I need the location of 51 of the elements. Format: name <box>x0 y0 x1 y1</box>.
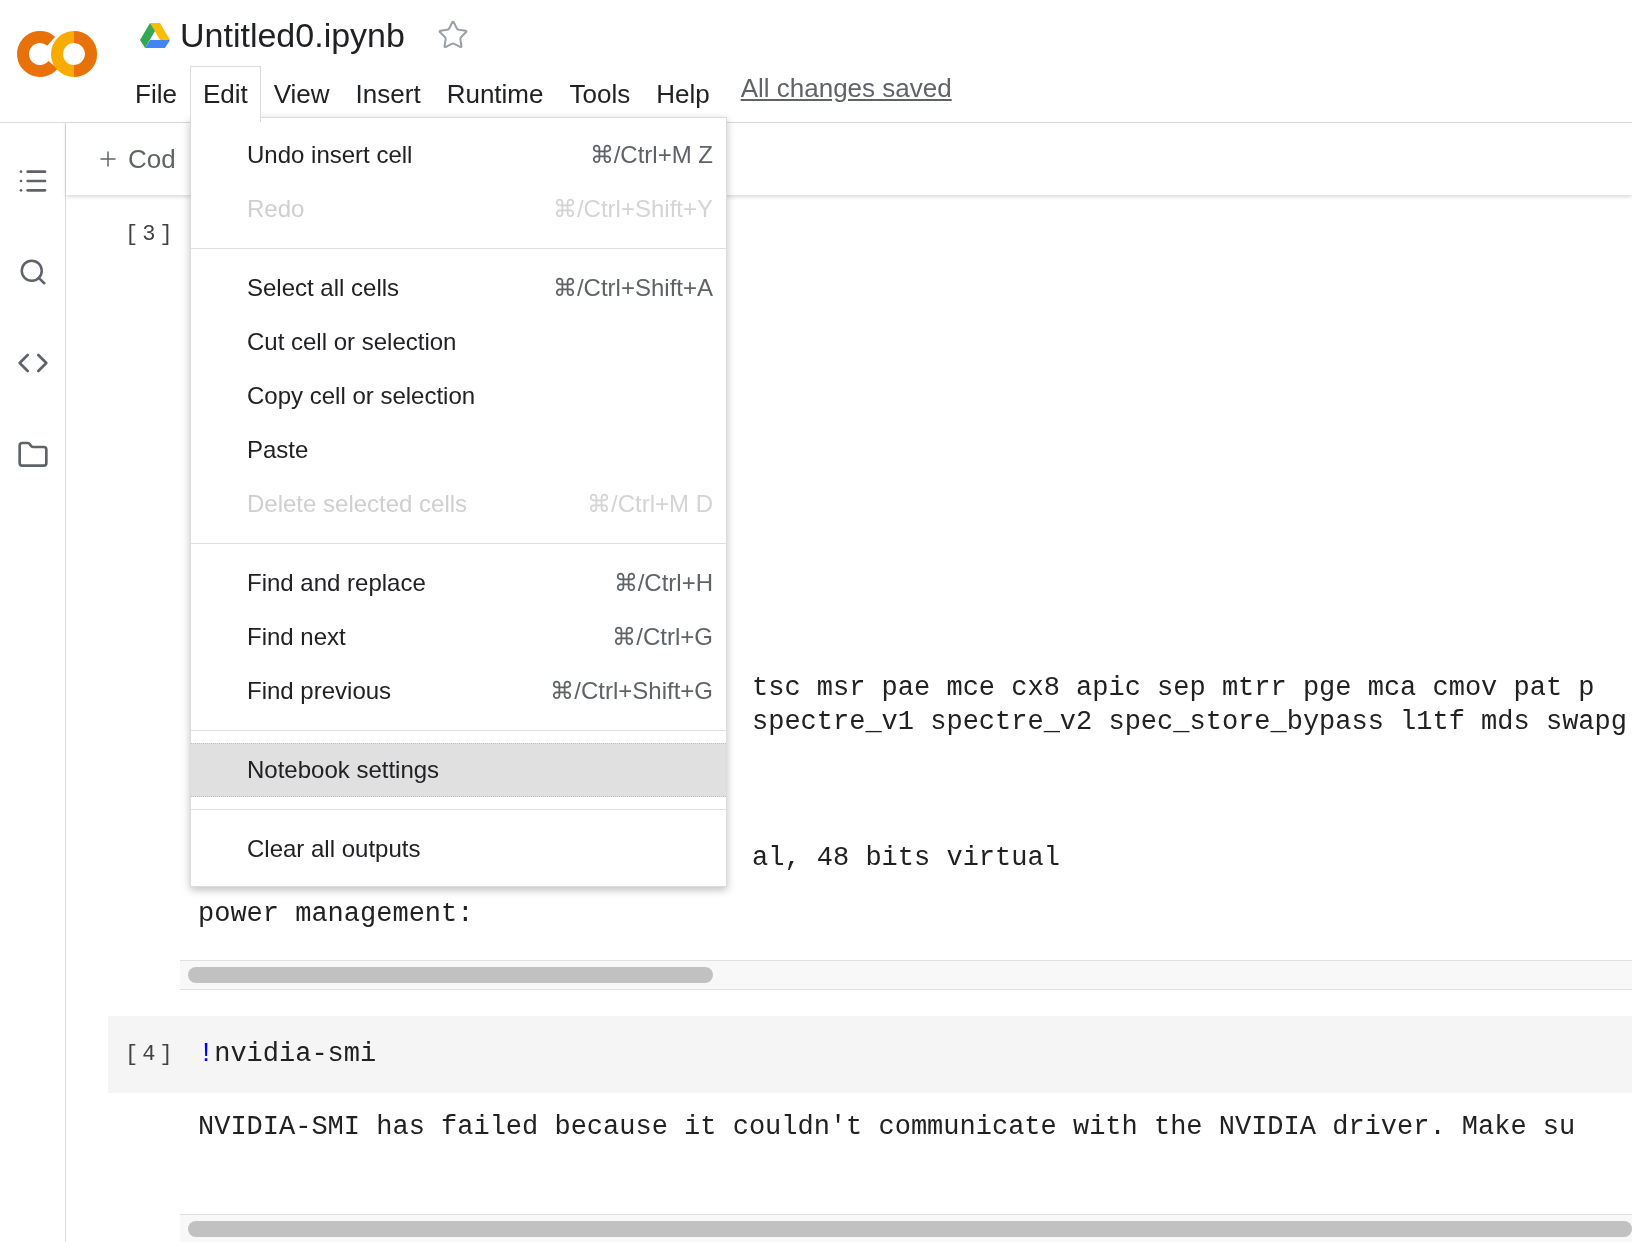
menu-item[interactable]: Clear all outputs <box>191 822 726 876</box>
code-line: !nvidia-smi <box>198 1038 377 1072</box>
menu-item[interactable]: Copy cell or selection <box>191 369 726 423</box>
menu-tab[interactable]: Edit <box>189 66 261 122</box>
star-icon[interactable] <box>436 19 469 51</box>
menu-item[interactable]: Paste <box>191 423 726 477</box>
menu-item[interactable]: Cut cell or selection <box>191 315 726 369</box>
notebook-title[interactable]: Untitled0.ipynb <box>180 9 405 61</box>
menu-item-label: Cut cell or selection <box>247 327 457 357</box>
menu-item-label: Paste <box>247 435 309 465</box>
logo-icon <box>16 28 98 80</box>
menu-item-label: Find previous <box>247 676 392 706</box>
horizontal-scrollbar[interactable] <box>180 1214 1632 1242</box>
execution-count: [3] <box>125 222 177 247</box>
menu-item-label: Clear all outputs <box>247 834 421 864</box>
menu-tab[interactable]: Help <box>643 66 723 122</box>
menu-item-label: Find next <box>247 622 346 652</box>
output-line: al, 48 bits virtual <box>752 842 1061 875</box>
menu-item-label: Notebook settings <box>247 755 440 785</box>
shortcut-label: ⌘/Ctrl+G <box>612 622 713 652</box>
shortcut-label: ⌘/Ctrl+M Z <box>589 140 713 170</box>
menu-item[interactable]: Notebook settings <box>191 743 726 797</box>
shortcut-label: ⌘/Ctrl+H <box>613 568 713 598</box>
output-line: power management: <box>198 898 475 931</box>
menu-item-label: Copy cell or selection <box>247 381 476 411</box>
menu-item[interactable]: Find previous ⌘/Ctrl+Shift+G <box>191 664 726 718</box>
menu-item[interactable]: Undo insert cell ⌘/Ctrl+M Z <box>191 128 726 182</box>
menu-item[interactable]: Find next ⌘/Ctrl+G <box>191 610 726 664</box>
menu-tab[interactable]: Runtime <box>433 66 557 122</box>
output-line: tsc msr pae mce cx8 apic sep mtrr pge mca cmov pat p <box>752 672 1596 705</box>
scrollbar-thumb[interactable] <box>188 967 713 983</box>
save-status-link[interactable]: All changes saved <box>740 69 952 108</box>
add-code-button[interactable]: Cod <box>96 139 176 179</box>
menu-item-label: Select all cells <box>247 273 400 303</box>
menu-item-label: Undo insert cell <box>247 140 413 170</box>
menu-tab[interactable]: Insert <box>342 66 434 122</box>
horizontal-scrollbar[interactable] <box>180 960 1632 990</box>
execution-count: [4] <box>125 1041 178 1069</box>
menu-item-label: Find and replace <box>247 568 426 598</box>
shortcut-label: ⌘/Ctrl+Shift+G <box>550 676 713 706</box>
menu-item[interactable]: Select all cells ⌘/Ctrl+Shift+A <box>191 261 726 315</box>
scrollbar-thumb[interactable] <box>188 1221 1632 1237</box>
output-line: NVIDIA-SMI has failed because it couldn't communicate with the NVIDIA driver. Make su <box>198 1111 1577 1144</box>
output-line: spectre_v1 spectre_v2 spec_store_bypass l1tf mds swapg <box>752 706 1628 739</box>
menu-tab[interactable]: Tools <box>556 66 644 122</box>
shortcut-label: ⌘/Ctrl+Shift+A <box>552 273 713 303</box>
menu-tab[interactable]: View <box>260 66 343 122</box>
menu-tab[interactable]: File <box>122 66 190 122</box>
menu-item[interactable]: Find and replace ⌘/Ctrl+H <box>191 556 726 610</box>
code-cell[interactable]: [4] !nvidia-smi <box>108 1016 1632 1093</box>
drive-icon <box>140 22 170 48</box>
